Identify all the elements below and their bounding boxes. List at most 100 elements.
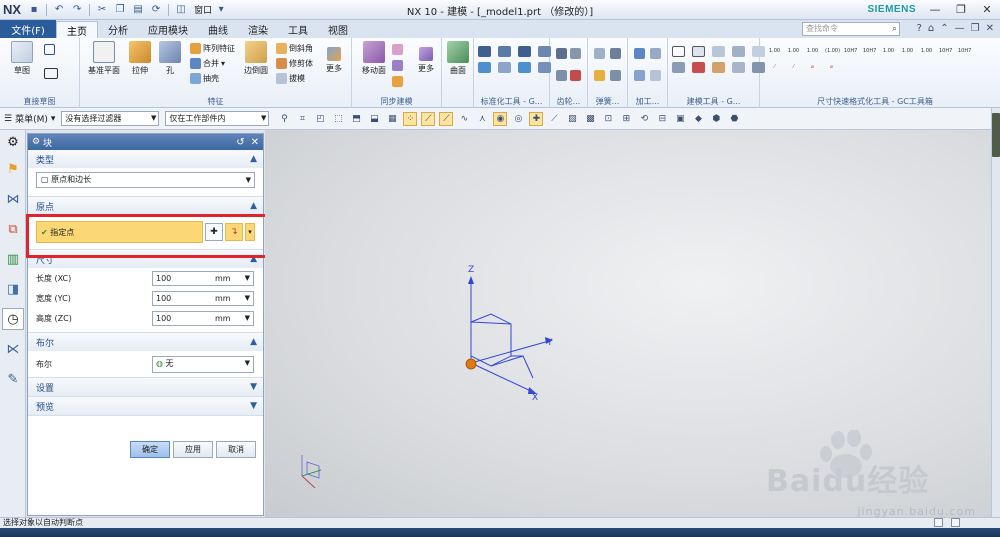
gear-icon[interactable] (570, 48, 581, 59)
dim-tool-icon[interactable]: 10H7 (863, 46, 876, 57)
dim-tool-icon[interactable]: 1.00 (768, 46, 781, 57)
status-window-icon[interactable] (951, 518, 960, 527)
datum-plane-button[interactable]: 基准平面 (86, 41, 122, 76)
spring-icon[interactable] (594, 48, 605, 59)
machining-icon[interactable] (634, 70, 645, 81)
section-header-size[interactable]: 尺寸 ▲ (28, 250, 263, 268)
move-face-button[interactable]: 移动面 (356, 41, 392, 76)
section-header-preview[interactable]: 预览 ▼ (28, 397, 263, 415)
std-tool-icon[interactable] (518, 46, 531, 57)
gear-icon[interactable] (556, 48, 567, 59)
machining-icon[interactable] (650, 48, 661, 59)
modeling-tool-icon[interactable] (732, 46, 745, 57)
restore-icon[interactable]: ❐ (948, 0, 974, 18)
dim-tool-icon[interactable]: 10H7 (939, 46, 952, 57)
sync-tool-icon[interactable] (392, 76, 403, 87)
window-menu[interactable]: 窗口 (194, 3, 212, 16)
dim-tool-icon[interactable]: 1.00 (920, 46, 933, 57)
zoom-icon[interactable]: ⊞ (619, 112, 633, 126)
sketch-button[interactable]: 草图 (4, 41, 40, 76)
ribbon-options-icon[interactable]: ⌃ (940, 23, 948, 34)
fit-view-icon[interactable]: ⊡ (601, 112, 615, 126)
search-icon[interactable]: ⌕ (892, 23, 897, 35)
rectangle-button[interactable] (44, 68, 58, 79)
cut-icon[interactable]: ✂ (95, 3, 109, 17)
triangle-icon[interactable] (672, 46, 685, 57)
view-options-icon[interactable]: ⬣ (727, 112, 741, 126)
chevron-down-icon[interactable]: ▾ (214, 3, 228, 17)
existing-point-icon[interactable]: ✚ (529, 111, 544, 126)
select-edge-icon[interactable]: ⬓ (367, 112, 381, 126)
save-icon[interactable]: ▪ (27, 3, 41, 17)
point-on-face-icon[interactable]: ▨ (565, 112, 579, 126)
mid-point-icon[interactable]: ⟋ (439, 111, 454, 126)
apply-button[interactable]: 应用 (173, 441, 213, 458)
modeling-tool-icon[interactable] (692, 62, 705, 73)
modeling-tool-icon[interactable] (672, 62, 685, 73)
inferred-point-select[interactable]: ↴ (225, 223, 243, 241)
undo-icon[interactable]: ↶ (52, 3, 66, 17)
close-icon[interactable]: ✕ (974, 0, 1000, 18)
reset-icon[interactable]: ↺ (236, 137, 244, 148)
assembly-navigator-icon[interactable]: ⚑ (2, 158, 24, 180)
render-style-icon[interactable]: ▣ (673, 112, 687, 126)
tolerance-icon[interactable]: ⌀ (825, 62, 838, 73)
std-tool-icon[interactable] (478, 46, 491, 57)
rotate-icon[interactable]: ⟲ (637, 112, 651, 126)
modeling-tool-icon[interactable] (692, 46, 705, 57)
sync-more-button[interactable]: 更多 (408, 41, 444, 74)
end-point-icon[interactable]: ⟋ (421, 111, 436, 126)
profile-button[interactable] (44, 44, 55, 55)
spring-icon[interactable] (610, 48, 621, 59)
point-on-curve-icon[interactable]: ⟋ (547, 112, 561, 126)
arc-center-icon[interactable]: ◉ (493, 111, 508, 126)
tab-applications[interactable]: 应用模块 (138, 21, 198, 38)
tab-view[interactable]: 视图 (318, 21, 358, 38)
boolean-select[interactable]: ◍ 无 ▼ (152, 355, 254, 373)
select-face-icon[interactable]: ⬒ (349, 112, 363, 126)
gear-icon[interactable]: ⚙ (32, 137, 40, 147)
modeling-tool-icon[interactable] (712, 62, 725, 73)
minimize-icon[interactable]: — (955, 23, 965, 34)
copy-icon[interactable]: ❐ (113, 3, 127, 17)
dim-tool-icon[interactable]: 1.00 (787, 46, 800, 57)
pattern-feature-button[interactable]: 阵列特征 (190, 43, 235, 54)
control-point-icon[interactable]: ∿ (457, 112, 471, 126)
modeling-tool-icon[interactable] (732, 62, 745, 73)
cancel-button[interactable]: 取消 (216, 441, 256, 458)
std-tool-icon[interactable] (498, 62, 511, 73)
selection-scope-select[interactable]: 仅在工作部件内 ▼ (165, 111, 270, 126)
tab-tools[interactable]: 工具 (278, 21, 318, 38)
tolerance-icon[interactable]: ⌀ (806, 62, 819, 73)
web-browser-icon[interactable]: ◨ (2, 278, 24, 300)
machining-icon[interactable] (650, 70, 661, 81)
select-feature-icon[interactable]: ◰ (313, 112, 327, 126)
dim-tool-icon[interactable]: (1.00) (825, 46, 840, 57)
status-window-icon[interactable] (934, 518, 943, 527)
select-body-icon[interactable]: ⬚ (331, 112, 345, 126)
filter-icon[interactable]: ⚲ (277, 112, 291, 126)
ok-button[interactable]: 确定 (130, 441, 170, 458)
help-icon[interactable]: ? (917, 23, 922, 34)
std-tool-icon[interactable] (478, 62, 491, 73)
window-icon[interactable]: ◫ (174, 3, 188, 17)
dim-tool-icon[interactable]: 10H7 (844, 46, 857, 57)
tab-curve[interactable]: 曲线 (198, 21, 238, 38)
draft-button[interactable]: 拔模 (276, 73, 305, 84)
restore-icon[interactable]: ❐ (971, 23, 980, 34)
section-header-origin[interactable]: 原点 ▲ (28, 197, 263, 215)
intersection-icon[interactable]: ⋏ (475, 112, 489, 126)
tab-file[interactable]: 文件(F) (0, 20, 56, 38)
section-header-type[interactable]: 类型 ▲ (28, 150, 263, 168)
tolerance-icon[interactable]: ⁄ (768, 62, 781, 73)
inferred-point-dropdown[interactable]: ▾ (245, 223, 255, 241)
sync-tool-icon[interactable] (392, 60, 403, 71)
dim-tool-icon[interactable]: 10H7 (958, 46, 971, 57)
graphics-window[interactable]: Z Y X Baidu经验 jingyan.baidu.com (265, 130, 991, 518)
view-cube-icon[interactable]: ⬢ (709, 112, 723, 126)
chamfer-button[interactable]: 倒斜角 (276, 43, 313, 54)
paste-icon[interactable]: ▤ (131, 3, 145, 17)
gear-icon[interactable] (556, 70, 567, 81)
part-navigator-icon[interactable]: ⧉ (2, 218, 24, 240)
hole-button[interactable]: 孔 (152, 41, 188, 76)
